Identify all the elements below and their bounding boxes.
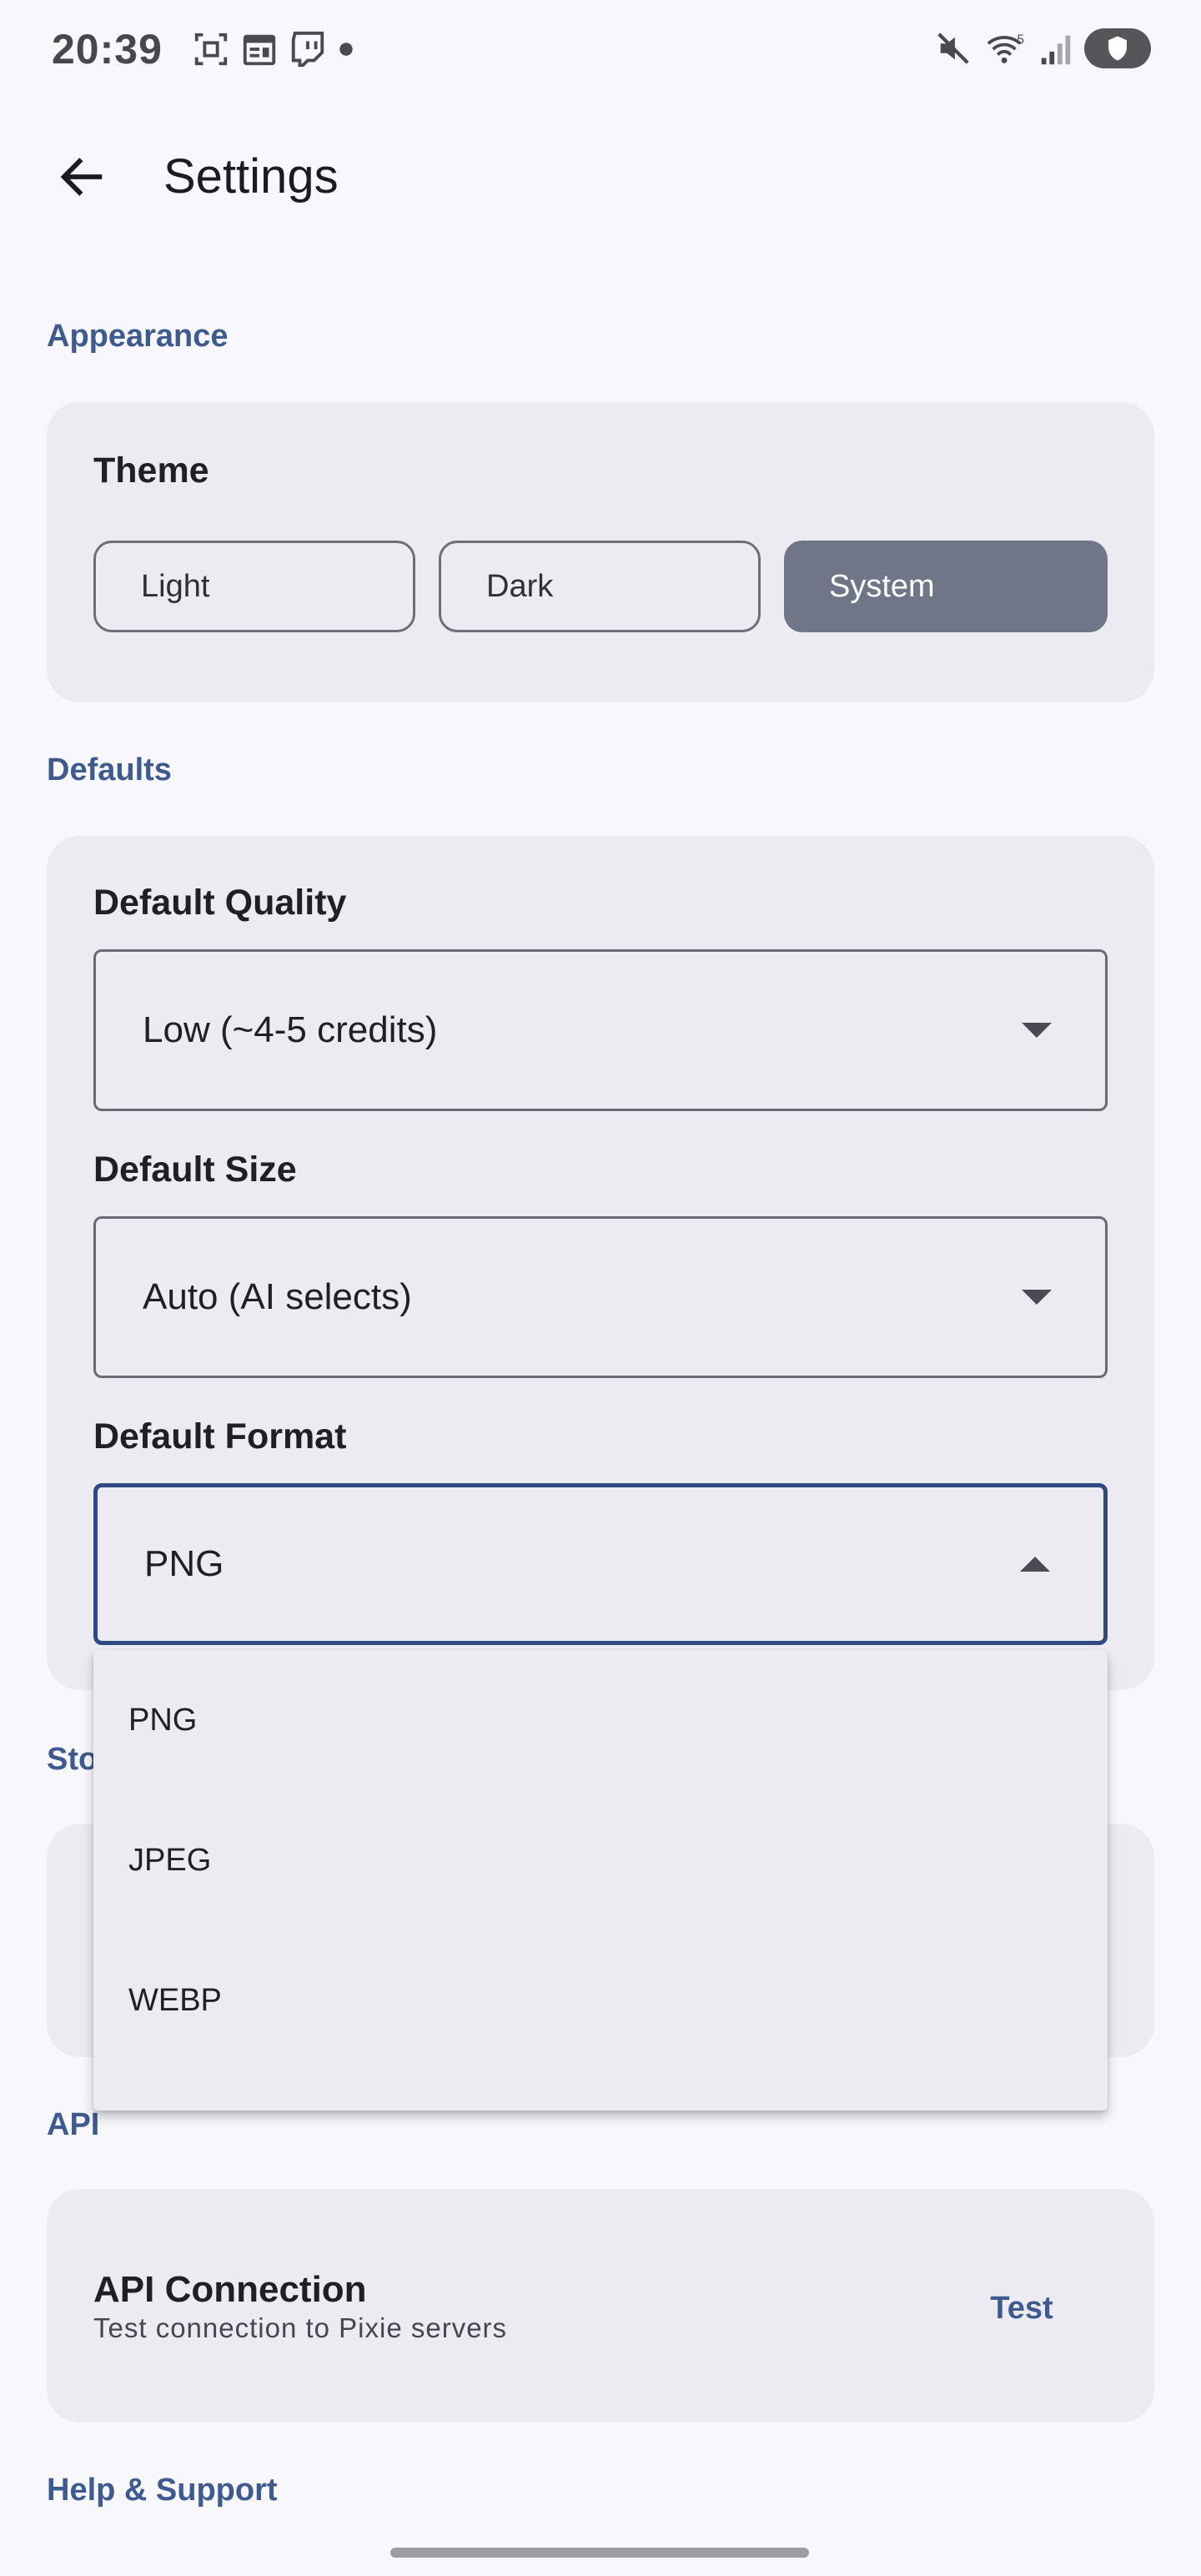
format-dropdown-menu: PNG JPEG WEBP — [93, 1650, 1108, 2111]
section-title-api: API — [47, 2107, 100, 2142]
status-left-icons — [192, 30, 355, 68]
default-size-dropdown[interactable]: Auto (AI selects) — [93, 1216, 1108, 1378]
test-connection-button[interactable]: Test — [959, 2282, 1084, 2334]
arrow-left-icon — [60, 158, 103, 196]
status-right-icons: 5 — [934, 28, 1151, 68]
default-size-label: Default Size — [93, 1150, 297, 1190]
page-title: Settings — [163, 149, 339, 204]
default-format-dropdown[interactable]: PNG — [93, 1483, 1108, 1645]
theme-option-dark[interactable]: Dark — [439, 541, 761, 632]
api-connection-title: API Connection — [93, 2269, 367, 2310]
screenshot-icon — [194, 33, 228, 66]
theme-option-light[interactable]: Light — [93, 541, 415, 632]
format-option-webp[interactable]: WEBP — [93, 1930, 1108, 2070]
section-title-defaults: Defaults — [47, 752, 172, 787]
muted-icon — [937, 33, 969, 64]
status-time: 20:39 — [52, 26, 163, 73]
wifi-icon: 5 — [987, 33, 1024, 63]
twitch-icon — [291, 31, 324, 68]
default-quality-value: Low (~4-5 credits) — [143, 1009, 438, 1050]
battery-icon — [1084, 28, 1151, 68]
svg-text:5: 5 — [1017, 33, 1024, 47]
format-option-png[interactable]: PNG — [93, 1650, 1108, 1790]
home-indicator[interactable] — [390, 2548, 809, 2558]
chevron-up-icon — [1020, 1557, 1050, 1572]
dot-icon — [339, 43, 353, 56]
signal-icon — [1041, 35, 1071, 65]
theme-label: Theme — [93, 450, 209, 491]
calendar-icon — [243, 34, 276, 66]
default-format-value: PNG — [144, 1543, 224, 1584]
api-connection-subtitle: Test connection to Pixie servers — [93, 2312, 508, 2343]
chevron-down-icon — [1022, 1290, 1052, 1305]
default-format-label: Default Format — [93, 1416, 347, 1457]
back-button[interactable] — [47, 142, 117, 212]
format-option-jpeg[interactable]: JPEG — [93, 1790, 1108, 1930]
default-quality-label: Default Quality — [93, 883, 347, 923]
section-title-storage: Sto — [47, 1742, 98, 1777]
default-quality-dropdown[interactable]: Low (~4-5 credits) — [93, 949, 1108, 1111]
section-title-appearance: Appearance — [47, 319, 229, 354]
chevron-down-icon — [1022, 1023, 1052, 1038]
section-title-help: Help & Support — [47, 2473, 278, 2508]
default-size-value: Auto (AI selects) — [143, 1276, 412, 1317]
theme-option-system[interactable]: System — [784, 541, 1108, 632]
